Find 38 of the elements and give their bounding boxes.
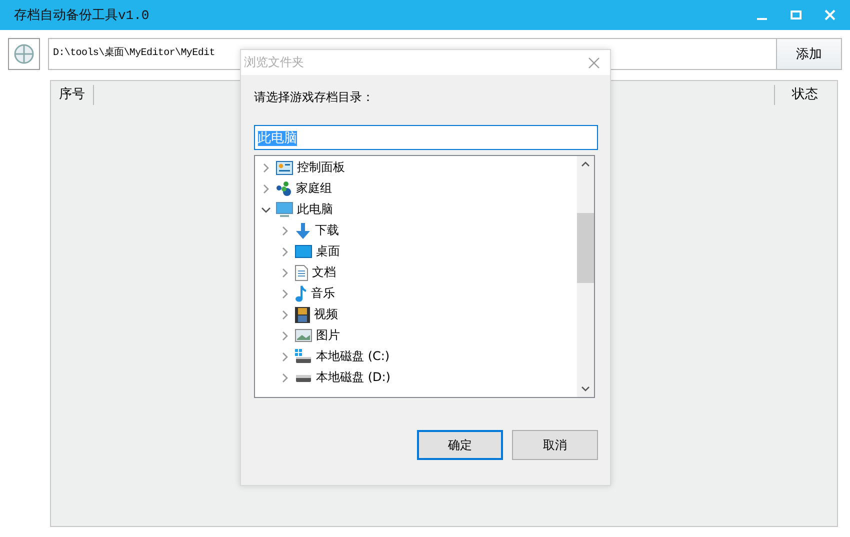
tree-item[interactable]: 下载 — [315, 222, 339, 239]
tree-item[interactable]: 本地磁盘 (D:) — [316, 369, 390, 386]
tree-item[interactable]: 家庭组 — [296, 180, 332, 197]
monitor-icon — [276, 202, 293, 217]
maximize-icon[interactable] — [790, 9, 802, 21]
tree-item[interactable]: 控制面板 — [297, 159, 345, 176]
control-panel-icon — [276, 160, 293, 174]
tree-item[interactable]: 本地磁盘 (C:) — [316, 348, 390, 365]
cancel-button[interactable]: 取消 — [512, 430, 598, 460]
download-icon — [295, 222, 311, 238]
prompt-text: 请选择游戏存档目录： — [254, 89, 375, 106]
app-icon — [8, 38, 40, 70]
drive-icon — [295, 349, 312, 364]
image-icon — [295, 329, 312, 342]
film-icon — [295, 306, 310, 322]
music-note-icon — [295, 285, 307, 302]
column-header[interactable]: 序号 — [51, 84, 94, 104]
scrollbar[interactable] — [577, 156, 594, 397]
dialog-title: 浏览文件夹 — [244, 54, 304, 71]
add-button[interactable]: 添加 — [776, 38, 842, 70]
window-title: 存档自动备份工具v1.0 — [14, 7, 150, 24]
tree-item[interactable]: 文档 — [312, 264, 336, 281]
tree-item[interactable]: 音乐 — [311, 285, 335, 302]
chevron-icon[interactable] — [261, 204, 271, 214]
document-icon — [295, 264, 308, 280]
drive-icon — [295, 374, 312, 382]
ok-button[interactable]: 确定 — [417, 430, 503, 460]
tree-item[interactable]: 桌面 — [316, 243, 340, 260]
tree-item[interactable]: 此电脑 — [297, 201, 333, 218]
tree-item[interactable]: 图片 — [316, 327, 340, 344]
close-icon[interactable] — [588, 56, 600, 68]
network-icon — [276, 180, 292, 196]
tree-item[interactable]: 视频 — [314, 306, 338, 323]
scroll-down-icon[interactable] — [581, 386, 590, 392]
column-header[interactable]: 状态 — [774, 84, 835, 104]
desktop-icon — [295, 245, 312, 258]
scroll-thumb[interactable] — [577, 213, 594, 283]
scroll-up-icon[interactable] — [581, 161, 590, 167]
